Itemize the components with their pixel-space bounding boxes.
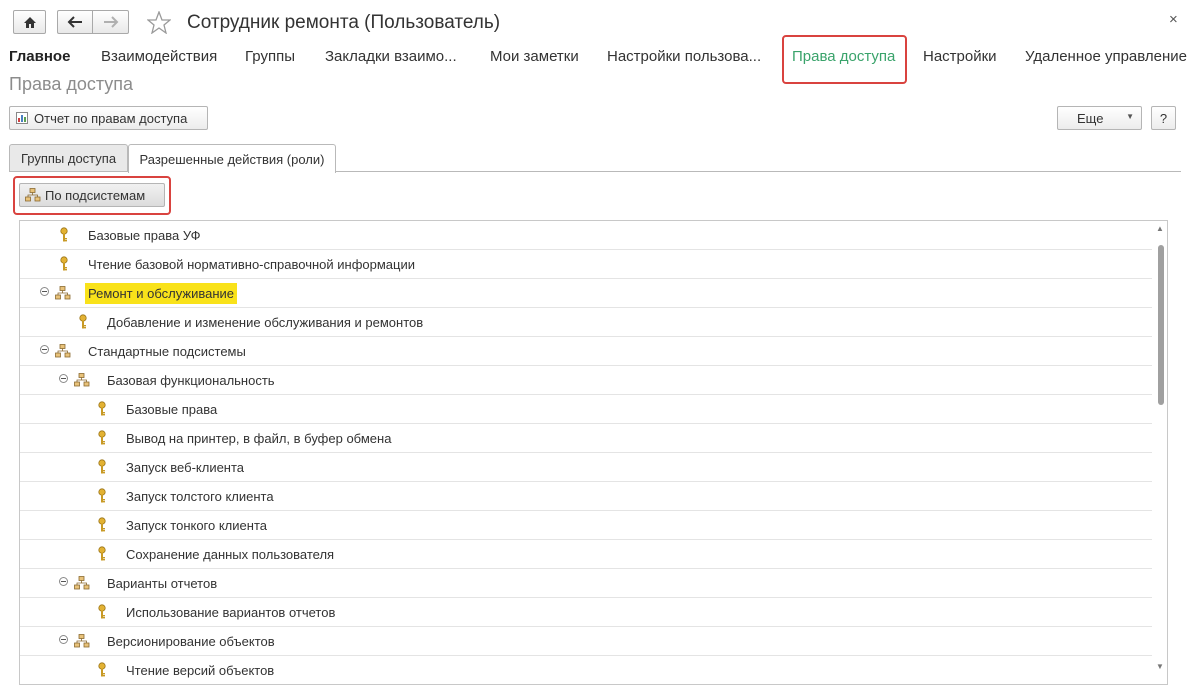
back-arrow-icon [67,16,82,28]
collapse-icon[interactable] [59,577,68,586]
favorite-star-button[interactable] [146,10,172,39]
tree-row-label: Запуск веб-клиента [126,460,245,475]
tree-row-label: Стандартные подсистемы [88,344,246,359]
roles-tree[interactable]: Базовые права УФ Чтение базовой нормативн… [19,220,1168,685]
tree-row[interactable]: Базовые права [20,395,1153,424]
tree-row-label: Чтение версий объектов [126,663,275,678]
report-icon [16,112,28,124]
help-label: ? [1159,110,1168,126]
key-icon [97,488,107,504]
by-subsystems-label: По подсистемам [45,187,146,203]
tree-row[interactable]: Запуск толстого клиента [20,482,1153,511]
tree-row[interactable]: Чтение версий объектов [20,656,1153,684]
key-icon [97,517,107,533]
access-report-label: Отчет по правам доступа [34,110,188,126]
tree-row[interactable]: Запуск тонкого клиента [20,511,1153,540]
home-icon [23,16,36,28]
key-icon [59,256,69,272]
help-button[interactable]: ? [1151,106,1176,130]
subsystem-icon [25,188,41,202]
tree-row-label: Сохранение данных пользователя [126,547,335,562]
tree-row-label: Чтение базовой нормативно-справочной инф… [88,257,415,272]
dropdown-arrow-icon: ▼ [1126,112,1134,121]
collapse-icon[interactable] [40,345,49,354]
section-tab-notes[interactable]: Мои заметки [490,48,579,65]
tree-row[interactable]: Чтение базовой нормативно-справочной инф… [20,250,1153,279]
section-tab-remote-control[interactable]: Удаленное управление [1025,48,1187,65]
by-subsystems-button[interactable]: По подсистемам [19,183,165,207]
tree-row-label: Базовые права [126,402,218,417]
tree-row[interactable]: Добавление и изменение обслуживания и ре… [20,308,1153,337]
tree-row-label: Использование вариантов отчетов [126,605,336,620]
more-label: Еще [1077,110,1104,126]
tree-row[interactable]: Базовая функциональность [20,366,1153,395]
tree-row[interactable]: Запуск веб-клиента [20,453,1153,482]
subsystem-icon [55,344,71,358]
section-tab-groups[interactable]: Группы [245,48,295,65]
scroll-up-icon[interactable]: ▲ [1156,224,1164,233]
key-icon [97,546,107,562]
tree-row[interactable]: Стандартные подсистемы [20,337,1153,366]
tab-allowed-actions-label: Разрешенные действия (роли) [139,151,325,167]
section-tab-user-settings[interactable]: Настройки пользова... [607,48,761,65]
scroll-down-icon[interactable]: ▼ [1156,662,1164,671]
tree-row[interactable]: Ремонт и обслуживание [20,279,1153,308]
key-icon [78,314,88,330]
tree-row-label: Версионирование объектов [107,634,275,649]
tab-allowed-actions[interactable]: Разрешенные действия (роли) [128,144,336,173]
key-icon [59,227,69,243]
tree-row[interactable]: Версионирование объектов [20,627,1153,656]
collapse-icon[interactable] [59,635,68,644]
subsystem-icon [74,634,90,648]
section-tab-interactions[interactable]: Взаимодействия [101,48,217,65]
tree-row[interactable]: Варианты отчетов [20,569,1153,598]
forward-button[interactable] [92,10,129,34]
close-icon[interactable]: × [1169,11,1178,28]
key-icon [97,430,107,446]
tree-row-label: Базовые права УФ [88,228,201,243]
window-title: Сотрудник ремонта (Пользователь) [187,12,501,33]
section-tab-main[interactable]: Главное [9,48,70,65]
tab-access-groups[interactable]: Группы доступа [9,144,128,172]
collapse-icon[interactable] [40,287,49,296]
tree-row-label: Базовая функциональность [107,373,275,388]
back-button[interactable] [57,10,92,34]
more-button[interactable]: Еще ▼ [1057,106,1142,130]
section-tab-settings[interactable]: Настройки [923,48,997,65]
section-tab-access-rights[interactable]: Права доступа [792,48,895,65]
tree-row-label: Запуск тонкого клиента [126,518,267,533]
subsystem-icon [55,286,71,300]
key-icon [97,401,107,417]
tree-row-label: Варианты отчетов [107,576,218,591]
tree-row-label: Вывод на принтер, в файл, в буфер обмена [126,431,392,446]
tree-scrollbar[interactable]: ▲ ▼ [1152,221,1167,684]
key-icon [97,459,107,475]
tree-row[interactable]: Сохранение данных пользователя [20,540,1153,569]
key-icon [97,604,107,620]
tab-access-groups-label: Группы доступа [20,151,117,166]
tree-row[interactable]: Вывод на принтер, в файл, в буфер обмена [20,424,1153,453]
subsystem-icon [74,576,90,590]
section-tab-bookmarks[interactable]: Закладки взаимо... [325,48,457,65]
tree-row[interactable]: Использование вариантов отчетов [20,598,1153,627]
subsystem-icon [74,373,90,387]
forward-arrow-icon [103,16,118,28]
key-icon [97,662,107,678]
scrollbar-thumb[interactable] [1158,245,1164,405]
tree-row-label: Ремонт и обслуживание [85,283,237,304]
home-button[interactable] [13,10,46,34]
tree-row[interactable]: Базовые права УФ [20,221,1153,250]
tree-row-label: Добавление и изменение обслуживания и ре… [107,315,424,330]
star-icon [146,10,172,35]
page-subtitle: Права доступа [9,74,134,94]
access-report-button[interactable]: Отчет по правам доступа [9,106,208,130]
tree-row-label: Запуск толстого клиента [126,489,274,504]
collapse-icon[interactable] [59,374,68,383]
